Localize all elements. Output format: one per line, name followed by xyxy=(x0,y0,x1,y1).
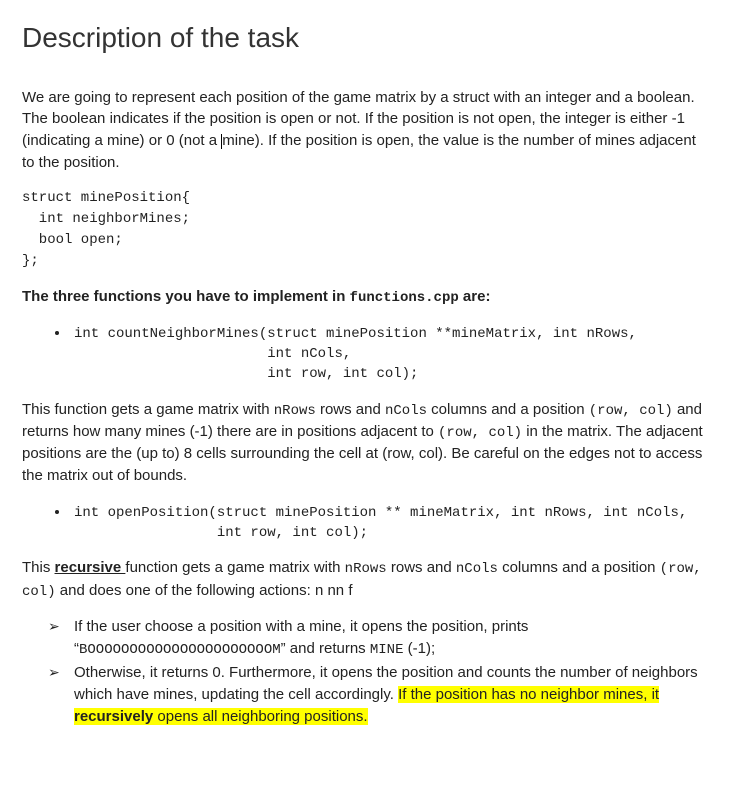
function-list-1: int countNeighborMines(struct minePositi… xyxy=(22,322,707,385)
functions-heading-a: The three functions you have to implemen… xyxy=(22,288,350,305)
action2-hl-b: opens all neighboring positions. xyxy=(153,708,367,725)
struct-code-block: struct minePosition{ int neighborMines; … xyxy=(22,188,707,272)
action-2: Otherwise, it returns 0. Furthermore, it… xyxy=(70,662,707,727)
f2-desc-b: function gets a game matrix with xyxy=(125,559,344,576)
function-1-signature: int countNeighborMines(struct minePositi… xyxy=(74,324,707,385)
action1-b: ” and returns xyxy=(281,640,370,657)
f1-nrows: nRows xyxy=(274,403,316,419)
f2-recursive: recursive xyxy=(55,559,126,576)
action1-mine: MINE xyxy=(370,642,404,658)
action2-hl-a: If the position has no neighbor mines, i… xyxy=(398,686,659,703)
function-1-item: int countNeighborMines(struct minePositi… xyxy=(70,322,707,385)
f2-desc-d: columns and a position xyxy=(498,559,660,576)
functions-heading: The three functions you have to implemen… xyxy=(22,286,707,308)
functions-heading-b: are xyxy=(459,288,486,305)
f2-desc-c: rows and xyxy=(387,559,456,576)
action-1: If the user choose a position with a min… xyxy=(70,616,707,660)
function-2-item: int openPosition(struct minePosition ** … xyxy=(70,501,707,544)
function-list-2: int openPosition(struct minePosition ** … xyxy=(22,501,707,544)
page-title: Description of the task xyxy=(22,18,707,59)
f2-desc-a: This xyxy=(22,559,55,576)
f2-desc-e: and does one of the following actions: n… xyxy=(56,582,353,599)
action2-hl-rec: recursively xyxy=(74,708,153,725)
f1-rowcol: (row, col) xyxy=(589,403,673,419)
function-2-signature: int openPosition(struct minePosition ** … xyxy=(74,503,707,544)
f1-desc-b: rows and xyxy=(316,401,385,418)
functions-file: functions.cpp xyxy=(350,290,459,306)
intro-paragraph: We are going to represent each position … xyxy=(22,87,707,174)
f2-nrows: nRows xyxy=(345,561,387,577)
f2-ncols: nCols xyxy=(456,561,498,577)
function-1-description: This function gets a game matrix with nR… xyxy=(22,399,707,487)
actions-list: If the user choose a position with a min… xyxy=(22,616,707,727)
action1-c: (-1); xyxy=(403,640,435,657)
function-2-description: This recursive function gets a game matr… xyxy=(22,557,707,602)
f1-desc-a: This function gets a game matrix with xyxy=(22,401,274,418)
action1-boom: BOOOOOOOOOOOOOOOOOOOOOOM xyxy=(79,642,281,658)
f1-ncols: nCols xyxy=(385,403,427,419)
f1-desc-c: columns and a position xyxy=(427,401,589,418)
f1-rowcol2: (row, col) xyxy=(438,425,522,441)
